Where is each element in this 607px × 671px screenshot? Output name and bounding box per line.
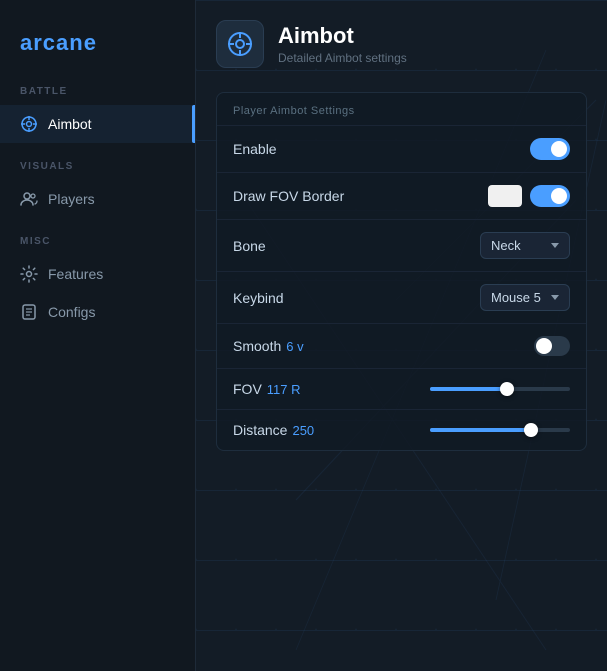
sidebar-item-configs[interactable]: Configs [0, 293, 195, 331]
toggle-enable[interactable] [530, 138, 570, 160]
page-title: Aimbot [278, 23, 407, 49]
app-logo: arcane [0, 20, 195, 86]
setting-label-enable: Enable [233, 141, 277, 157]
logo-ane: ane [56, 30, 97, 55]
settings-card: Player Aimbot Settings Enable Draw FOV B… [216, 92, 587, 451]
setting-row-enable: Enable [217, 125, 586, 172]
content-area: Aimbot Detailed Aimbot settings Player A… [196, 0, 607, 471]
setting-row-smooth: Smooth 6 v [217, 323, 586, 368]
crosshair-icon [20, 115, 38, 133]
setting-row-fov: FOV 117 R [217, 368, 586, 409]
setting-label-smooth: Smooth 6 v [233, 338, 304, 354]
section-misc-group: MISC Features Configs [0, 236, 195, 331]
setting-label-distance: Distance 250 [233, 422, 314, 438]
dropdown-bone[interactable]: Neck [480, 232, 570, 259]
fov-value-hint: 117 R [267, 382, 301, 397]
smooth-toggle[interactable] [534, 336, 570, 356]
fov-slider-fill [430, 387, 507, 391]
sidebar-item-aimbot-label: Aimbot [48, 116, 92, 132]
sidebar-item-configs-label: Configs [48, 304, 95, 320]
chevron-down-icon-keybind [551, 295, 559, 300]
setting-row-bone: Bone Neck [217, 219, 586, 271]
setting-label-draw-fov-border: Draw FOV Border [233, 188, 344, 204]
smooth-value-hint: 6 v [286, 339, 303, 354]
sidebar-item-features-label: Features [48, 266, 103, 282]
sidebar-item-aimbot[interactable]: Aimbot [0, 105, 195, 143]
section-battle: BATTLE [0, 86, 195, 105]
logo-arc: arc [20, 30, 56, 55]
dropdown-keybind[interactable]: Mouse 5 [480, 284, 570, 311]
distance-slider-container [430, 428, 570, 432]
dropdown-bone-value: Neck [491, 238, 521, 253]
document-icon [20, 303, 38, 321]
toggle-draw-fov-border[interactable] [530, 185, 570, 207]
page-header-icon [216, 20, 264, 68]
setting-row-keybind: Keybind Mouse 5 [217, 271, 586, 323]
section-visuals-group: VISUALS Players [0, 161, 195, 218]
sidebar-item-players[interactable]: Players [0, 180, 195, 218]
fov-border-preview-box [488, 185, 522, 207]
fov-slider-track[interactable] [430, 387, 570, 391]
settings-section-title: Player Aimbot Settings [217, 93, 586, 125]
dropdown-keybind-value: Mouse 5 [491, 290, 541, 305]
setting-label-bone: Bone [233, 238, 266, 254]
section-misc: MISC [0, 236, 195, 255]
gear-icon [20, 265, 38, 283]
sidebar-item-players-label: Players [48, 191, 95, 207]
fov-slider-thumb[interactable] [500, 382, 514, 396]
setting-label-fov: FOV 117 R [233, 381, 301, 397]
fov-border-controls [488, 185, 570, 207]
section-visuals: VISUALS [0, 161, 195, 180]
page-header-text: Aimbot Detailed Aimbot settings [278, 23, 407, 65]
users-icon [20, 190, 38, 208]
distance-slider-track[interactable] [430, 428, 570, 432]
chevron-down-icon [551, 243, 559, 248]
page-header: Aimbot Detailed Aimbot settings [216, 20, 587, 68]
setting-label-keybind: Keybind [233, 290, 284, 306]
setting-row-draw-fov-border: Draw FOV Border [217, 172, 586, 219]
setting-row-distance: Distance 250 [217, 409, 586, 450]
sidebar-item-features[interactable]: Features [0, 255, 195, 293]
distance-slider-fill [430, 428, 531, 432]
distance-value-hint: 250 [292, 423, 314, 438]
sidebar: arcane BATTLE Aimbot VISUALS [0, 0, 196, 671]
main-content: Aimbot Detailed Aimbot settings Player A… [196, 0, 607, 671]
fov-slider-container [430, 387, 570, 391]
distance-slider-thumb[interactable] [524, 423, 538, 437]
page-subtitle: Detailed Aimbot settings [278, 51, 407, 65]
